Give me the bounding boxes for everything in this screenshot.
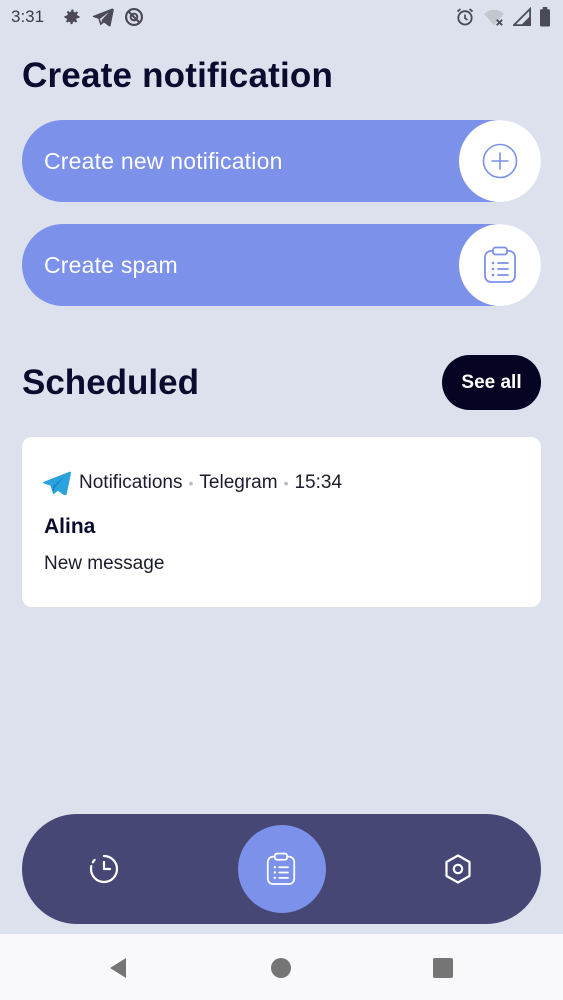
battery-icon [539, 7, 551, 27]
wifi-off-icon [483, 7, 505, 27]
separator-dot: • [188, 475, 194, 491]
notification-meta: Notifications • Telegram • 15:34 [43, 471, 342, 495]
create-new-notification-circle[interactable] [459, 120, 541, 202]
status-bar: 3:31 [0, 0, 563, 34]
clipboard-list-icon [266, 852, 296, 885]
telegram-icon [92, 7, 114, 27]
see-all-button[interactable]: See all [442, 355, 541, 410]
bottom-nav [22, 814, 541, 924]
nav-item-settings[interactable] [414, 814, 502, 924]
back-triangle-icon [110, 958, 126, 978]
plus-circle-icon [482, 143, 518, 179]
system-nav-bar [0, 934, 563, 1000]
page-title: Create notification [22, 56, 334, 95]
gear-icon [62, 7, 82, 27]
status-right [455, 7, 551, 27]
clipboard-list-icon [484, 246, 516, 283]
telegram-icon [43, 471, 71, 495]
scheduled-title: Scheduled [22, 363, 199, 402]
clock-icon [89, 854, 119, 884]
status-left: 3:31 [11, 7, 144, 27]
notification-source: Telegram [199, 472, 278, 493]
status-time: 3:31 [11, 7, 45, 26]
nav-item-history[interactable] [60, 814, 148, 924]
system-recents-button[interactable] [429, 954, 457, 982]
system-home-button[interactable] [267, 954, 295, 982]
create-spam-label: Create spam [44, 251, 178, 278]
signal-icon [513, 7, 531, 27]
screen: 3:31 Create notification Create new noti… [0, 0, 563, 1000]
nav-item-spam[interactable] [237, 814, 325, 924]
system-back-button[interactable] [104, 954, 132, 982]
create-spam-circle[interactable] [459, 224, 541, 306]
notification-sender: Alina [44, 515, 96, 538]
create-spam-button[interactable]: Create spam [22, 224, 541, 306]
home-circle-icon [271, 958, 291, 978]
alarm-icon [455, 7, 475, 27]
scheduled-notification-card[interactable]: Notifications • Telegram • 15:34 Alina N… [22, 437, 541, 607]
separator-dot: • [283, 475, 289, 491]
hexagon-settings-icon [445, 854, 471, 884]
notification-message: New message [44, 553, 165, 574]
recents-square-icon [433, 958, 453, 978]
no-disturb-icon [124, 7, 144, 27]
notification-time: 15:34 [294, 472, 343, 493]
notification-app: Notifications [79, 472, 183, 493]
create-new-notification-button[interactable]: Create new notification [22, 120, 541, 202]
create-new-notification-label: Create new notification [44, 147, 283, 174]
